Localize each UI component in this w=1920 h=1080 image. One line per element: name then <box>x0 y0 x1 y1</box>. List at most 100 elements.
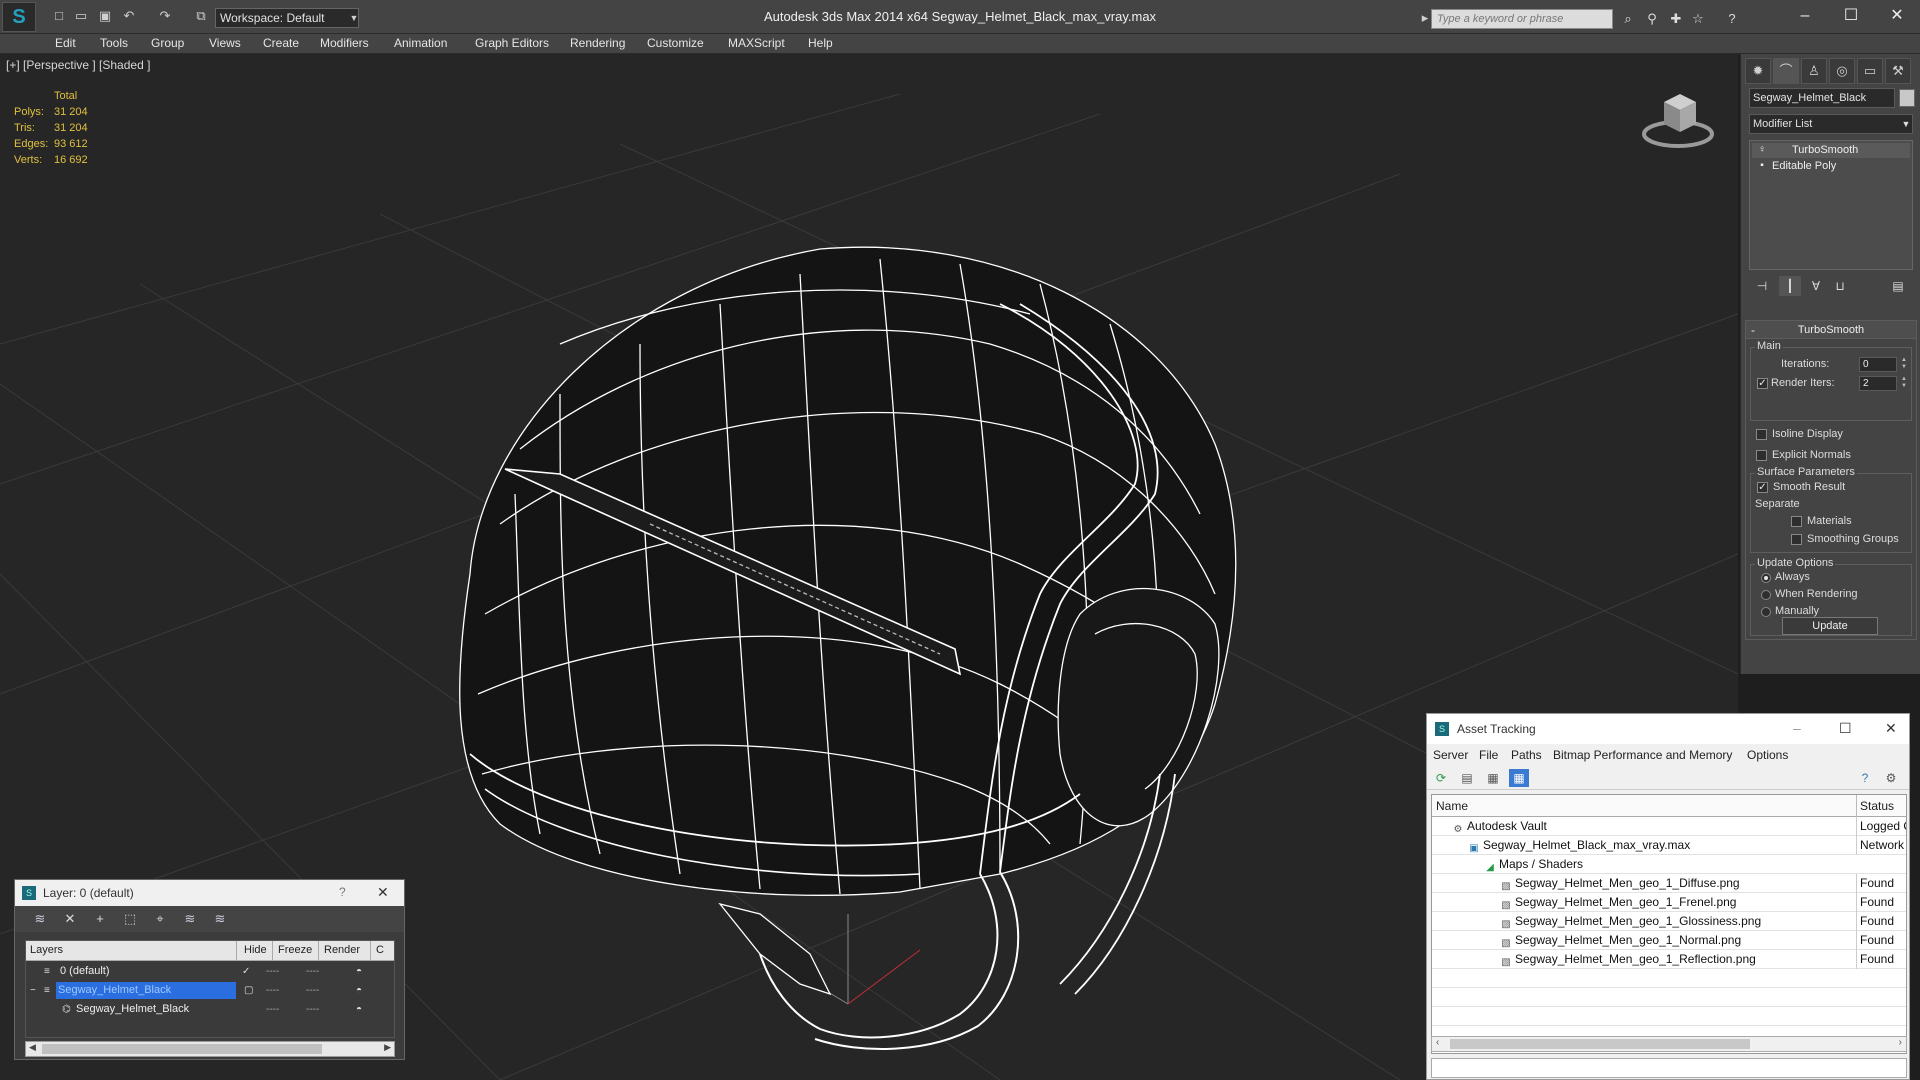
materials-checkbox[interactable] <box>1791 516 1802 527</box>
settings-icon[interactable]: ⚙ <box>1881 769 1901 787</box>
menu-rendering[interactable]: Rendering <box>570 36 625 50</box>
utilities-tab-icon[interactable]: ⚒ <box>1885 58 1911 84</box>
motion-tab-icon[interactable]: ◎ <box>1829 58 1855 84</box>
asset-menu-options[interactable]: Options <box>1747 748 1788 762</box>
viewport-label[interactable]: [+] [Perspective ] [Shaded ] <box>6 58 150 72</box>
update-always-radio[interactable] <box>1761 573 1771 583</box>
chevron-down-icon[interactable]: ▼ <box>347 8 361 28</box>
scroll-right-icon[interactable]: › <box>1899 1037 1902 1048</box>
freeze-toggle[interactable]: ---- <box>306 981 319 1000</box>
create-tab-icon[interactable]: ✹ <box>1745 58 1771 84</box>
spinner-arrows-icon[interactable]: ▲ ▼ <box>1899 357 1909 372</box>
isoline-display-checkbox[interactable] <box>1756 429 1767 440</box>
project-folder-icon[interactable]: ⧉ <box>192 8 210 24</box>
rollout-header[interactable]: - TurboSmooth <box>1746 321 1916 339</box>
menu-animation[interactable]: Animation <box>394 36 447 50</box>
render-teapot-icon[interactable]: ◓ <box>356 962 362 981</box>
scroll-left-icon[interactable]: ◀ <box>29 1042 36 1053</box>
column-layers[interactable]: Layers <box>30 944 63 956</box>
asset-row-vault[interactable]: ⚙Autodesk Vault Logged O <box>1432 817 1906 836</box>
asset-row-max-file[interactable]: ▣ Segway_Helmet_Black_max_vray.max Networ… <box>1432 836 1906 855</box>
layer-row-segway[interactable]: − ≡ Segway_Helmet_Black ▢ ---- ---- ◓ <box>26 981 394 1000</box>
delete-layer-icon[interactable]: ✕ <box>59 910 81 928</box>
current-layer-check-icon[interactable]: ✓ <box>242 962 250 981</box>
asset-row-glossiness[interactable]: ▧ Segway_Helmet_Men_geo_1_Glossiness.png … <box>1432 912 1906 931</box>
asset-row-normal[interactable]: ▧ Segway_Helmet_Men_geo_1_Normal.png Foun… <box>1432 931 1906 950</box>
menu-tools[interactable]: Tools <box>100 36 128 50</box>
render-iters-checkbox[interactable]: ✓ <box>1757 378 1768 389</box>
render-iters-spinner[interactable]: 2 <box>1859 376 1897 391</box>
menu-group[interactable]: Group <box>151 36 184 50</box>
freeze-toggle[interactable]: ---- <box>306 1000 319 1019</box>
show-end-result-icon[interactable]: ┃ <box>1779 276 1801 296</box>
spinner-arrows-icon[interactable]: ▲ ▼ <box>1899 376 1909 391</box>
layer-row-default[interactable]: ≡ 0 (default) ✓ ---- ---- ◓ <box>26 962 394 981</box>
asset-path-field[interactable] <box>1431 1058 1907 1078</box>
redo-icon[interactable]: ↷ <box>156 8 174 24</box>
favorites-star-icon[interactable]: ☆ <box>1688 10 1708 28</box>
modify-tab-icon[interactable]: ⌒ <box>1773 58 1799 84</box>
menu-customize[interactable]: Customize <box>647 36 704 50</box>
menu-modifiers[interactable]: Modifiers <box>320 36 369 50</box>
modifier-list-dropdown[interactable]: Modifier List <box>1749 114 1913 134</box>
scrollbar-thumb[interactable] <box>42 1044 322 1054</box>
stack-item-editable-poly[interactable]: ▪ Editable Poly <box>1752 159 1910 174</box>
update-manually-radio[interactable] <box>1761 607 1771 617</box>
open-file-icon[interactable]: ▭ <box>72 8 90 24</box>
freeze-all-layers-icon[interactable]: ≋ <box>209 910 231 928</box>
help-icon[interactable]: ? <box>1722 10 1742 28</box>
asset-menu-file[interactable]: File <box>1479 748 1498 762</box>
column-render[interactable]: Render <box>324 944 360 956</box>
menu-create[interactable]: Create <box>263 36 299 50</box>
close-icon[interactable]: ✕ <box>1874 0 1920 32</box>
expand-plus-icon[interactable]: ▪ <box>1756 160 1768 172</box>
search-input[interactable]: Type a keyword or phrase <box>1431 9 1613 29</box>
asset-menu-bitmap-performance[interactable]: Bitmap Performance and Memory <box>1553 748 1732 762</box>
column-status[interactable]: Status <box>1860 799 1894 813</box>
asset-menu-paths[interactable]: Paths <box>1511 748 1542 762</box>
thumbnail-view-icon[interactable]: ▦ <box>1483 769 1503 787</box>
binoculars-icon[interactable]: ⌕ <box>1618 10 1638 28</box>
maximize-icon[interactable]: ☐ <box>1828 0 1874 32</box>
make-unique-icon[interactable]: ∀ <box>1805 276 1827 296</box>
close-icon[interactable]: ✕ <box>377 884 389 901</box>
stack-item-turbosmooth[interactable]: ♀ TurboSmooth <box>1752 143 1910 158</box>
create-layer-icon[interactable]: ≋ <box>29 910 51 928</box>
asset-row-reflection[interactable]: ▧ Segway_Helmet_Men_geo_1_Reflection.png … <box>1432 950 1906 969</box>
menu-help[interactable]: Help <box>808 36 833 50</box>
asset-row-maps[interactable]: ◢ Maps / Shaders <box>1432 855 1906 874</box>
search-icon[interactable]: ⚲ <box>1642 10 1662 28</box>
asset-horizontal-scrollbar[interactable]: ‹ › <box>1431 1036 1907 1052</box>
menu-graph-editors[interactable]: Graph Editors <box>475 36 549 50</box>
menu-maxscript[interactable]: MAXScript <box>728 36 785 50</box>
workspace-dropdown[interactable]: Workspace: Default <box>215 8 359 28</box>
menu-edit[interactable]: Edit <box>55 36 76 50</box>
hide-all-layers-icon[interactable]: ≋ <box>179 910 201 928</box>
asset-row-frenel[interactable]: ▧ Segway_Helmet_Men_geo_1_Frenel.png Foun… <box>1432 893 1906 912</box>
save-file-icon[interactable]: ▣ <box>96 8 114 24</box>
freeze-toggle[interactable]: ---- <box>306 962 319 981</box>
column-freeze[interactable]: Freeze <box>278 944 312 956</box>
configure-sets-icon[interactable]: ▤ <box>1887 276 1909 296</box>
scrollbar-thumb[interactable] <box>1450 1039 1750 1049</box>
communication-icon[interactable]: ✚ <box>1666 10 1686 28</box>
display-tab-icon[interactable]: ▭ <box>1857 58 1883 84</box>
viewcube-icon[interactable] <box>1640 84 1716 152</box>
add-to-layer-icon[interactable]: + <box>89 910 111 928</box>
hierarchy-tab-icon[interactable]: ♙ <box>1801 58 1827 84</box>
scroll-right-icon[interactable]: ▶ <box>384 1042 391 1053</box>
collapse-minus-icon[interactable]: - <box>1751 321 1755 339</box>
column-color[interactable]: C <box>376 944 384 956</box>
pin-stack-icon[interactable]: ⊣ <box>1751 276 1773 296</box>
table-view-icon[interactable]: ▦ <box>1509 769 1529 787</box>
layer-dialog-titlebar[interactable]: S Layer: 0 (default) ? ✕ <box>15 880 404 906</box>
update-button[interactable]: Update <box>1782 617 1878 635</box>
hide-toggle[interactable]: ---- <box>266 962 279 981</box>
current-layer-box-icon[interactable]: ▢ <box>244 981 253 1000</box>
render-teapot-icon[interactable]: ◓ <box>356 981 362 1000</box>
remove-modifier-icon[interactable]: ⊔ <box>1829 276 1851 296</box>
layer-row-object[interactable]: ⌬ Segway_Helmet_Black ---- ---- ◓ <box>26 1000 394 1019</box>
chevron-down-icon[interactable]: ▼ <box>1899 114 1913 134</box>
new-file-icon[interactable]: □ <box>50 8 68 24</box>
asset-tracking-titlebar[interactable]: S Asset Tracking – ☐ ✕ <box>1427 714 1909 744</box>
